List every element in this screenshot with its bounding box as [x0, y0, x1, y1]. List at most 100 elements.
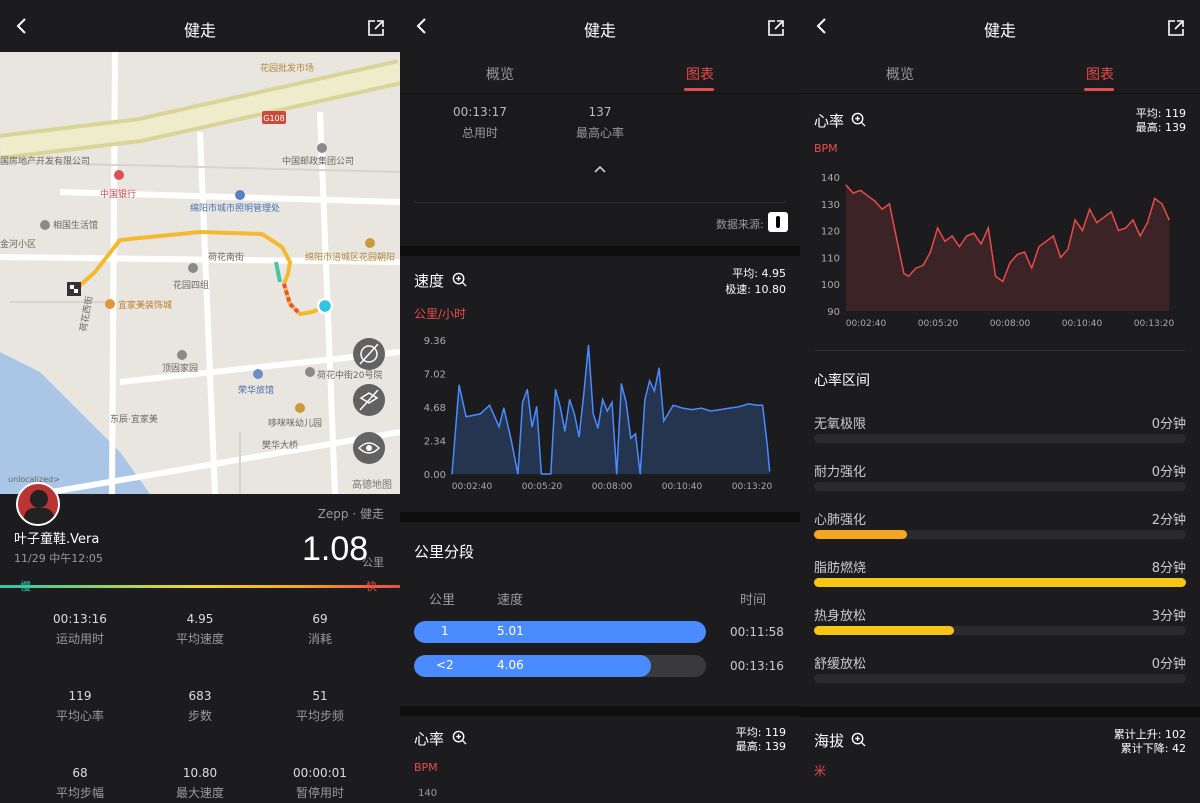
bank-poi-icon	[114, 170, 124, 180]
zone-name: 耐力强化	[814, 465, 867, 480]
svg-text:荷花南街: 荷花南街	[208, 251, 244, 263]
svg-text:绵阳市涪城区花园朝阳: 绵阳市涪城区花园朝阳	[305, 251, 395, 263]
data-point	[747, 403, 750, 405]
data-point	[1154, 197, 1156, 199]
x-tick-label: 00:13:20	[1134, 319, 1175, 329]
hr-title: 心率	[414, 730, 445, 748]
share-icon[interactable]	[1166, 18, 1186, 38]
panel-overview-map: 健走 G108 花园批发市场 中国邮政集团公司 绵阳市城市照明管理处 中国银行 …	[0, 0, 400, 803]
watch-device-icon[interactable]	[768, 212, 788, 232]
y-tick-label: 9.36	[424, 336, 446, 347]
heart-rate-line-chart[interactable]: 90 100 110 120 130 140 00:02:40 00:05:20 00:08:0…	[800, 163, 1200, 333]
zone-bar	[814, 530, 1186, 539]
data-point	[1139, 235, 1141, 237]
data-point	[757, 404, 759, 406]
speed-title: 速度	[414, 272, 445, 290]
data-point	[503, 407, 505, 409]
tab-charts[interactable]: 图表	[1086, 64, 1114, 84]
zoom-icon[interactable]	[452, 272, 467, 287]
data-point	[859, 189, 862, 191]
zone-name: 热身放松	[814, 609, 867, 624]
zone-name: 脂肪燃烧	[814, 561, 867, 576]
slow-label: 慢	[20, 580, 31, 593]
svg-text:樊华大桥: 樊华大桥	[262, 439, 298, 451]
data-point	[951, 235, 953, 237]
zone-bar	[814, 674, 1186, 683]
stat-item: 00:00:01 暂停用时	[293, 766, 347, 800]
eye-icon[interactable]	[353, 432, 385, 464]
tab-overview[interactable]: 概览	[886, 64, 914, 84]
zoom-icon[interactable]	[452, 730, 467, 745]
x-tick-label: 00:08:00	[990, 319, 1031, 329]
km-split-row: 1 5.01	[414, 621, 706, 643]
data-point	[606, 410, 608, 412]
svg-text:绵阳市城市照明管理处: 绵阳市城市照明管理处	[190, 202, 280, 214]
data-point	[1168, 219, 1170, 221]
stat-item: 68 平均步幅	[55, 766, 104, 800]
zone-name: 舒缓放松	[814, 657, 867, 672]
data-point	[510, 437, 512, 439]
distance-value: 1.08	[302, 530, 369, 568]
top-bar: 健走	[0, 0, 400, 52]
y-tick-label: 140	[821, 173, 840, 184]
tab-charts[interactable]: 图表	[686, 64, 714, 84]
data-point	[1074, 219, 1076, 221]
data-point	[536, 406, 538, 408]
km-split-row: <2 4.06	[414, 655, 706, 677]
data-point	[994, 275, 997, 277]
data-point	[451, 473, 453, 475]
data-point	[881, 208, 883, 210]
summary-item: 00:13:17 总用时	[453, 105, 507, 140]
route-map[interactable]: G108 花园批发市场 中国邮政集团公司 绵阳市城市照明管理处 中国银行 相国生…	[0, 52, 400, 494]
heart-rate-card: 心率 平均: 119 最高: 139 BPM 90 100 110 120 130 140…	[800, 97, 1200, 707]
svg-text:哆咪咪幼儿园: 哆咪咪幼儿园	[268, 417, 322, 429]
split-time: 00:11:58	[730, 625, 784, 639]
svg-text:金河小区: 金河小区	[0, 238, 36, 250]
hide-route-icon[interactable]	[353, 338, 385, 370]
data-point	[573, 413, 575, 415]
speed-max: 极速: 10.80	[725, 283, 786, 296]
data-point	[729, 407, 731, 409]
avatar[interactable]	[16, 482, 60, 526]
data-point	[625, 401, 627, 403]
data-point	[1096, 222, 1098, 224]
data-point	[980, 243, 982, 245]
data-point	[489, 404, 491, 406]
y-tick-label: 4.68	[424, 403, 446, 414]
data-point	[611, 401, 613, 403]
split-speed-bar	[414, 621, 706, 643]
fast-label: 快	[366, 580, 377, 593]
collapse-chevron-icon[interactable]	[593, 164, 607, 174]
data-point	[1089, 208, 1091, 210]
tab-bar: 概览 图表	[400, 52, 800, 94]
svg-text:荣华旅馆: 荣华旅馆	[238, 384, 274, 396]
page-title: 健走	[583, 21, 616, 40]
data-point	[1117, 230, 1120, 232]
data-point	[1146, 222, 1149, 224]
data-point	[1038, 246, 1040, 248]
series-area	[846, 185, 1170, 311]
zoom-icon[interactable]	[851, 732, 866, 747]
speed-card: 速度 平均: 4.95 极速: 10.80 公里/小时 0.00 2.34 4.68…	[400, 256, 800, 512]
data-point	[522, 401, 524, 403]
data-point	[658, 367, 660, 369]
data-point	[903, 272, 905, 275]
data-point	[958, 246, 960, 248]
data-point	[592, 413, 594, 415]
y-tick-label: 120	[821, 227, 840, 238]
tab-overview[interactable]: 概览	[486, 64, 514, 84]
hr-title: 心率	[814, 112, 845, 130]
svg-text:荷花中街20号院: 荷花中街20号院	[317, 369, 382, 381]
data-point	[545, 473, 547, 475]
share-icon[interactable]	[766, 18, 786, 38]
data-point	[616, 473, 618, 475]
data-point	[691, 409, 693, 411]
map-layer-icon[interactable]	[353, 384, 385, 416]
col-header-km: 公里	[429, 593, 456, 608]
data-point	[559, 406, 561, 408]
data-point	[929, 251, 931, 253]
share-icon[interactable]	[366, 18, 386, 38]
zoom-icon[interactable]	[851, 112, 866, 127]
data-point	[479, 413, 481, 415]
speed-line-chart[interactable]: 0.00 2.34 4.68 7.02 9.36 00:02:40 00:05:20 00:0…	[400, 326, 800, 506]
